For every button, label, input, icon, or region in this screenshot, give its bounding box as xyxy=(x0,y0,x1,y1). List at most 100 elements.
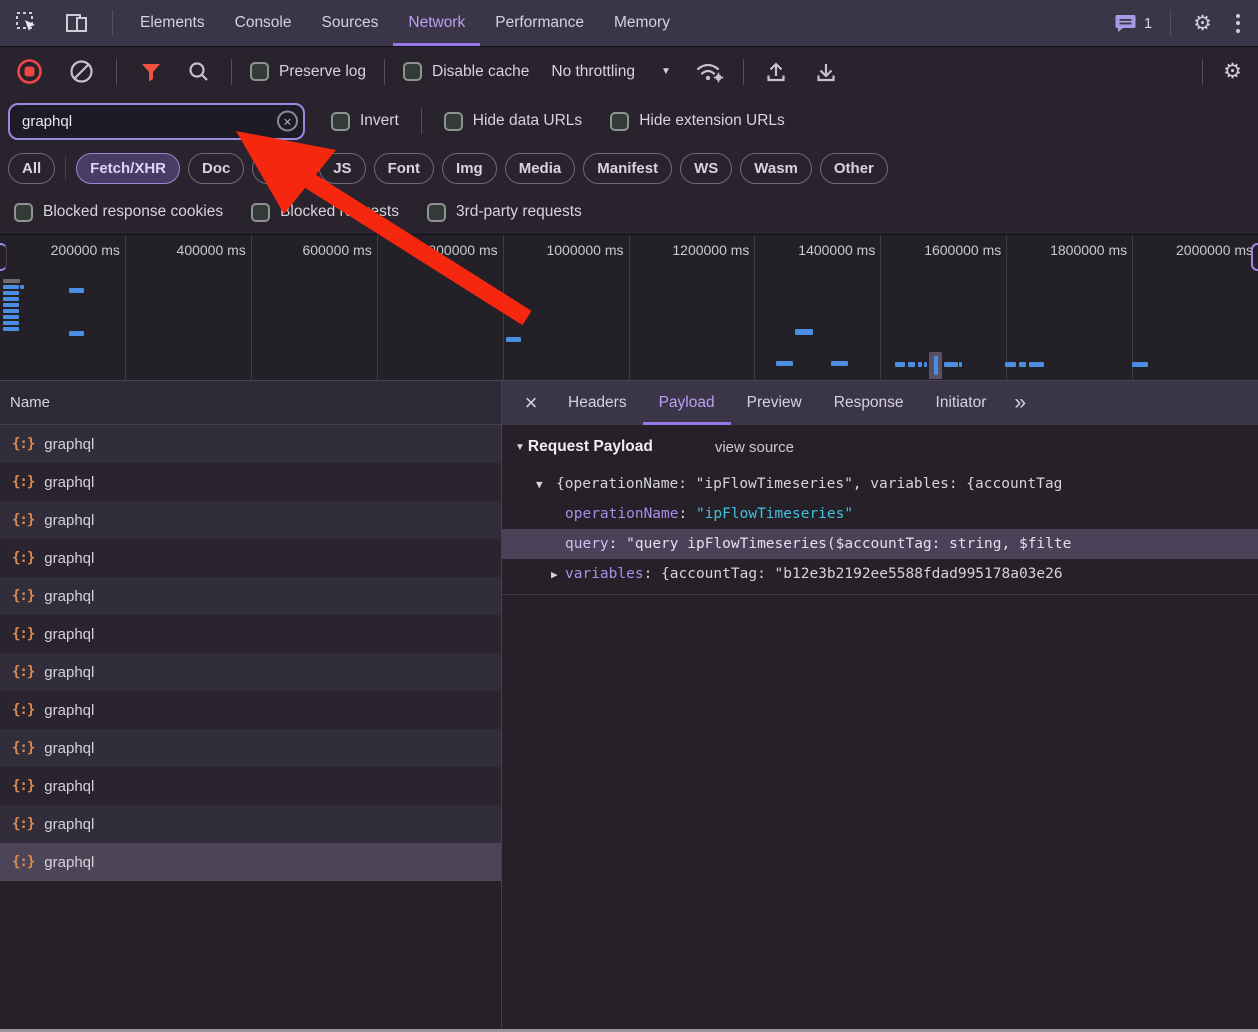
waterfall-bar[interactable] xyxy=(3,291,19,295)
type-chip-all[interactable]: All xyxy=(8,153,55,184)
waterfall-bar[interactable] xyxy=(3,309,19,313)
request-row-graphql-1[interactable]: {:}graphql xyxy=(0,425,501,463)
detail-tab-headers[interactable]: Headers xyxy=(552,381,643,425)
type-chip-font[interactable]: Font xyxy=(374,153,434,184)
filter-funnel-icon[interactable] xyxy=(139,60,163,84)
3rd-party-requests-checkbox[interactable] xyxy=(427,203,446,222)
waterfall-bar[interactable] xyxy=(959,362,962,367)
request-row-graphql-3[interactable]: {:}graphql xyxy=(0,501,501,539)
blocked-requests-checkbox[interactable] xyxy=(251,203,270,222)
waterfall-bar[interactable] xyxy=(3,279,20,283)
request-payload-section-header[interactable]: ▼ Request Payload view source xyxy=(502,425,1258,469)
waterfall-bar[interactable] xyxy=(934,356,938,375)
invert-checkbox[interactable] xyxy=(331,112,350,131)
request-row-graphql-5[interactable]: {:}graphql xyxy=(0,577,501,615)
waterfall-bar[interactable] xyxy=(1005,362,1016,367)
variables-row[interactable]: ▶variables: {accountTag: "b12e3b2192ee55… xyxy=(502,559,1258,589)
type-chip-fetch-xhr[interactable]: Fetch/XHR xyxy=(76,153,180,184)
issues-counter[interactable]: 1 xyxy=(1115,14,1152,33)
export-har-icon[interactable] xyxy=(814,60,838,84)
waterfall-bar[interactable] xyxy=(3,303,19,307)
clear-filter-icon[interactable]: × xyxy=(277,111,298,132)
tab-elements[interactable]: Elements xyxy=(125,0,220,46)
filter-input[interactable] xyxy=(8,103,305,140)
waterfall-bar[interactable] xyxy=(924,362,927,367)
network-overview-timeline[interactable]: 200000 ms400000 ms600000 ms800000 ms1000… xyxy=(0,234,1258,381)
request-row-graphql-6[interactable]: {:}graphql xyxy=(0,615,501,653)
name-column-header[interactable]: Name xyxy=(0,381,501,425)
waterfall-bar[interactable] xyxy=(831,361,848,366)
waterfall-bar[interactable] xyxy=(1132,362,1148,367)
request-row-graphql-11[interactable]: {:}graphql xyxy=(0,805,501,843)
import-har-icon[interactable] xyxy=(764,60,788,84)
timeline-right-grip[interactable] xyxy=(1251,243,1258,271)
waterfall-bar[interactable] xyxy=(3,327,19,331)
waterfall-bar[interactable] xyxy=(795,329,813,335)
request-row-graphql-12[interactable]: {:}graphql xyxy=(0,843,501,881)
request-row-graphql-9[interactable]: {:}graphql xyxy=(0,729,501,767)
hide-data-urls-checkbox[interactable] xyxy=(444,112,463,131)
operation-name-row[interactable]: operationName: "ipFlowTimeseries" xyxy=(502,499,1258,529)
query-row-highlighted[interactable]: query: "query ipFlowTimeseries($accountT… xyxy=(502,529,1258,559)
throttling-dropdown-arrow-icon[interactable]: ▼ xyxy=(661,66,671,77)
waterfall-bar[interactable] xyxy=(3,315,19,319)
more-detail-tabs-icon[interactable]: » xyxy=(1014,381,1026,425)
timeline-left-grip[interactable] xyxy=(0,243,7,271)
request-row-graphql-10[interactable]: {:}graphql xyxy=(0,767,501,805)
request-row-graphql-8[interactable]: {:}graphql xyxy=(0,691,501,729)
waterfall-bar[interactable] xyxy=(3,321,19,325)
clear-network-log-button[interactable] xyxy=(69,59,94,84)
waterfall-bar[interactable] xyxy=(3,285,19,289)
caret-down-icon[interactable]: ▼ xyxy=(536,470,556,499)
detail-tab-preview[interactable]: Preview xyxy=(731,381,818,425)
type-chip-css[interactable]: CSS xyxy=(252,153,311,184)
tab-sources[interactable]: Sources xyxy=(307,0,394,46)
throttling-select[interactable]: No throttling xyxy=(551,63,635,81)
waterfall-bar[interactable] xyxy=(944,362,958,367)
waterfall-bar[interactable] xyxy=(895,362,905,367)
tab-network[interactable]: Network xyxy=(393,0,480,46)
type-chip-img[interactable]: Img xyxy=(442,153,497,184)
close-details-icon[interactable]: × xyxy=(514,381,548,425)
request-row-graphql-2[interactable]: {:}graphql xyxy=(0,463,501,501)
payload-root-row[interactable]: ▼{operationName: "ipFlowTimeseries", var… xyxy=(502,469,1258,499)
type-chip-doc[interactable]: Doc xyxy=(188,153,244,184)
view-source-link[interactable]: view source xyxy=(715,439,794,456)
type-chip-wasm[interactable]: Wasm xyxy=(740,153,812,184)
waterfall-bar[interactable] xyxy=(69,331,84,336)
waterfall-bar[interactable] xyxy=(918,362,922,367)
caret-right-icon[interactable]: ▶ xyxy=(551,560,565,589)
hide-extension-urls-checkbox[interactable] xyxy=(610,112,629,131)
network-settings-gear-icon[interactable]: ⚙ xyxy=(1223,61,1242,82)
type-chip-manifest[interactable]: Manifest xyxy=(583,153,672,184)
network-conditions-icon[interactable] xyxy=(695,59,727,85)
waterfall-bar[interactable] xyxy=(1029,362,1044,367)
type-chip-js[interactable]: JS xyxy=(319,153,365,184)
search-icon[interactable] xyxy=(187,60,211,84)
detail-tab-response[interactable]: Response xyxy=(818,381,920,425)
waterfall-bar[interactable] xyxy=(1019,362,1026,367)
more-options-icon[interactable] xyxy=(1236,14,1240,33)
settings-gear-icon[interactable]: ⚙ xyxy=(1193,13,1212,34)
detail-tab-payload[interactable]: Payload xyxy=(643,381,731,425)
tab-memory[interactable]: Memory xyxy=(599,0,685,46)
detail-tab-initiator[interactable]: Initiator xyxy=(920,381,1003,425)
type-chip-media[interactable]: Media xyxy=(505,153,576,184)
device-toolbar-icon[interactable] xyxy=(64,10,90,36)
record-button[interactable] xyxy=(16,58,43,85)
type-chip-ws[interactable]: WS xyxy=(680,153,732,184)
request-row-graphql-7[interactable]: {:}graphql xyxy=(0,653,501,691)
waterfall-bar[interactable] xyxy=(776,361,793,366)
waterfall-bar[interactable] xyxy=(20,285,24,289)
waterfall-bar[interactable] xyxy=(3,297,19,301)
request-row-graphql-4[interactable]: {:}graphql xyxy=(0,539,501,577)
disable-cache-checkbox[interactable] xyxy=(403,62,422,81)
waterfall-bar[interactable] xyxy=(69,288,84,293)
waterfall-bar[interactable] xyxy=(908,362,915,367)
section-caret-icon[interactable]: ▼ xyxy=(515,442,525,453)
inspect-element-icon[interactable] xyxy=(14,10,40,36)
waterfall-bar[interactable] xyxy=(506,337,521,342)
tab-performance[interactable]: Performance xyxy=(480,0,599,46)
blocked-response-cookies-checkbox[interactable] xyxy=(14,203,33,222)
type-chip-other[interactable]: Other xyxy=(820,153,888,184)
